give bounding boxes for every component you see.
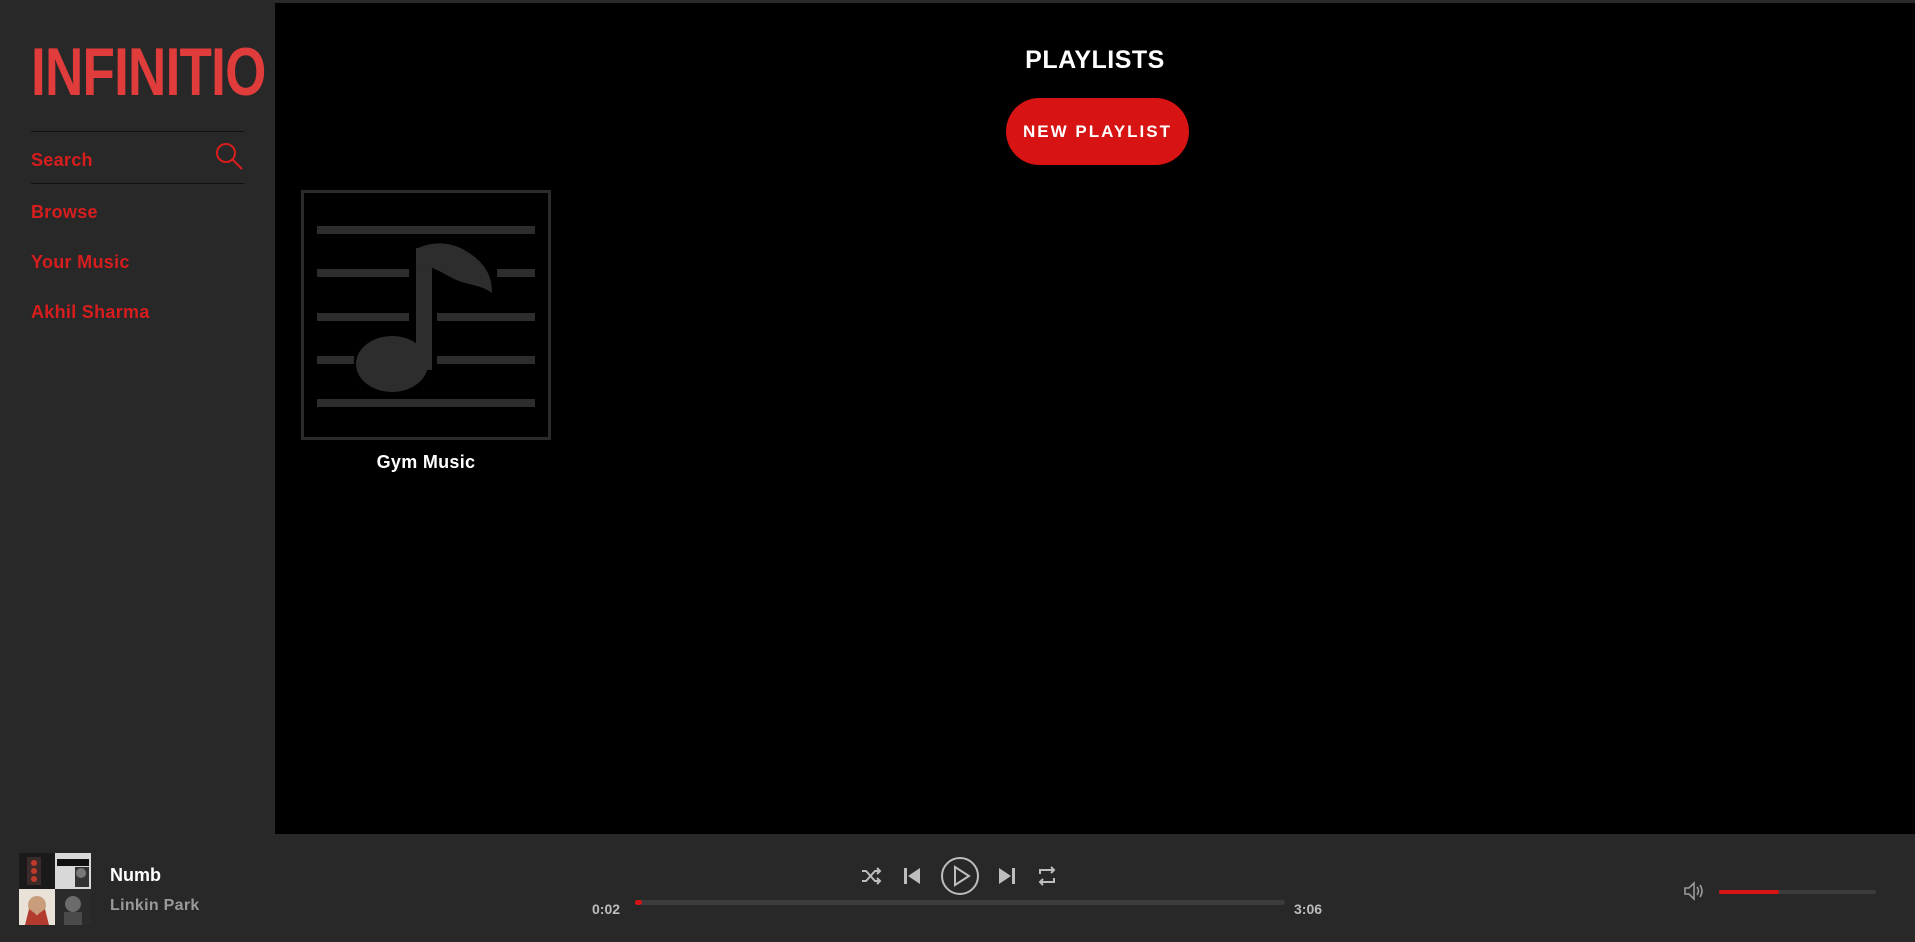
playlist-card[interactable]: Gym Music — [301, 190, 551, 473]
app-logo[interactable]: INFINITIO — [31, 38, 266, 106]
shuffle-icon[interactable] — [860, 865, 882, 887]
play-icon[interactable] — [940, 856, 980, 896]
sidebar-item-browse[interactable]: Browse — [31, 202, 98, 223]
repeat-icon[interactable] — [1036, 865, 1058, 887]
total-time: 3:06 — [1294, 901, 1323, 917]
sidebar-item-your-music[interactable]: Your Music — [31, 252, 130, 273]
page-title: PLAYLISTS — [1025, 46, 1165, 74]
player-bar: Numb Linkin Park 0:02 3:06 — [0, 834, 1915, 942]
album-thumb — [55, 853, 91, 889]
current-time: 0:02 — [592, 901, 621, 917]
search-bar[interactable]: Search — [31, 131, 244, 184]
playback-controls — [860, 856, 1060, 896]
main-content: PLAYLISTS NEW PLAYLIST Gym Music — [275, 3, 1915, 834]
song-title[interactable]: Numb — [110, 865, 161, 886]
search-label[interactable]: Search — [31, 150, 93, 171]
search-icon[interactable] — [214, 141, 244, 171]
playlist-name[interactable]: Gym Music — [301, 452, 551, 473]
progress-fill — [635, 900, 642, 905]
album-thumb — [19, 853, 55, 889]
music-note-icon — [317, 226, 535, 407]
playlist-cover[interactable] — [301, 190, 551, 440]
album-thumb — [55, 889, 91, 925]
song-artist[interactable]: Linkin Park — [110, 897, 200, 915]
album-art — [19, 853, 91, 925]
progress-bar[interactable] — [635, 900, 1285, 905]
volume-fill — [1719, 890, 1779, 894]
new-playlist-button[interactable]: NEW PLAYLIST — [1006, 98, 1189, 165]
volume-icon[interactable] — [1682, 879, 1706, 903]
volume-slider[interactable] — [1719, 890, 1876, 894]
previous-icon[interactable] — [902, 866, 922, 886]
next-icon[interactable] — [997, 866, 1017, 886]
sidebar: INFINITIO Search Browse Your Music Akhil… — [0, 0, 275, 834]
album-thumb — [19, 889, 55, 925]
sidebar-item-profile[interactable]: Akhil Sharma — [31, 302, 150, 323]
